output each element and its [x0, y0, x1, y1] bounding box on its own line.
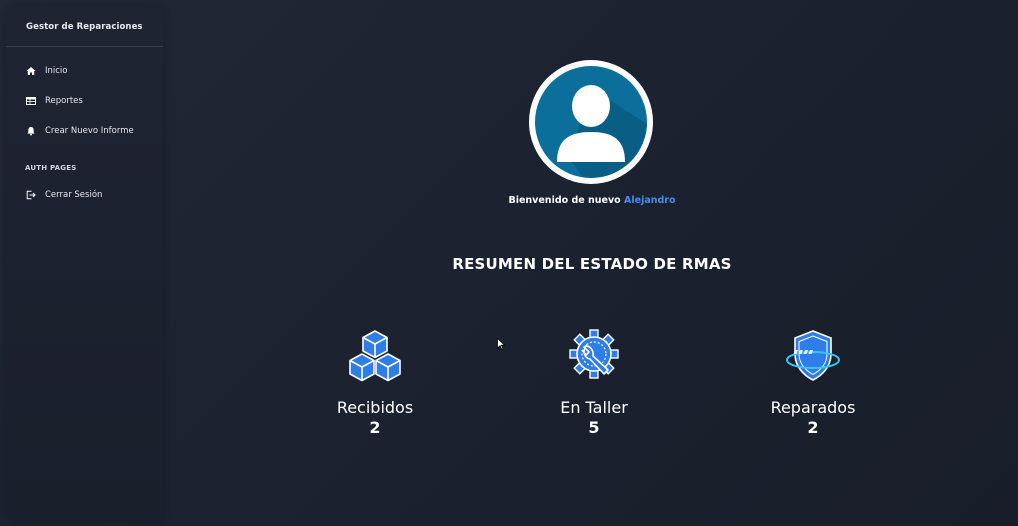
stat-value: 2: [807, 418, 819, 437]
mouse-cursor-icon: [497, 335, 506, 350]
sidebar-item-label: Cerrar Sesión: [45, 190, 103, 200]
stat-value: 2: [369, 418, 381, 437]
stat-label: En Taller: [560, 398, 628, 417]
sidebar: Gestor de Reparaciones Inicio Reportes C…: [6, 6, 163, 520]
sidebar-item-cerrar-sesion[interactable]: Cerrar Sesión: [26, 190, 102, 200]
sidebar-item-label: Inicio: [45, 66, 68, 76]
boxes-icon: [347, 328, 403, 384]
sidebar-item-reportes[interactable]: Reportes: [26, 96, 83, 106]
user-avatar: [529, 58, 653, 186]
section-label-auth: AUTH PAGES: [25, 164, 77, 172]
stat-label: Reparados: [770, 398, 856, 417]
bell-icon: [26, 126, 36, 136]
welcome-message: Bienvenido de nuevo Alejandro: [442, 195, 742, 206]
gear-wrench-icon: [566, 328, 622, 384]
shield-icon: [785, 328, 841, 384]
stat-recibidos: Recibidos 2: [305, 328, 445, 437]
welcome-text: Bienvenido de nuevo: [508, 195, 621, 206]
sidebar-item-crear-informe[interactable]: Crear Nuevo Informe: [26, 126, 134, 136]
stat-reparados: Reparados 2: [743, 328, 883, 437]
app-root: Gestor de Reparaciones Inicio Reportes C…: [0, 0, 1018, 526]
stat-value: 5: [588, 418, 600, 437]
logout-icon: [26, 190, 36, 200]
sidebar-item-inicio[interactable]: Inicio: [26, 66, 68, 76]
summary-title: RESUMEN DEL ESTADO DE RMAS: [452, 255, 732, 273]
stat-label: Recibidos: [336, 398, 414, 417]
user-name: Alejandro: [624, 195, 676, 206]
table-icon: [26, 96, 36, 106]
sidebar-item-label: Reportes: [45, 96, 83, 106]
home-icon: [26, 66, 36, 76]
sidebar-item-label: Crear Nuevo Informe: [45, 126, 134, 136]
stat-en-taller: En Taller 5: [524, 328, 664, 437]
brand-title[interactable]: Gestor de Reparaciones: [26, 22, 143, 32]
brand-divider: [6, 46, 163, 47]
